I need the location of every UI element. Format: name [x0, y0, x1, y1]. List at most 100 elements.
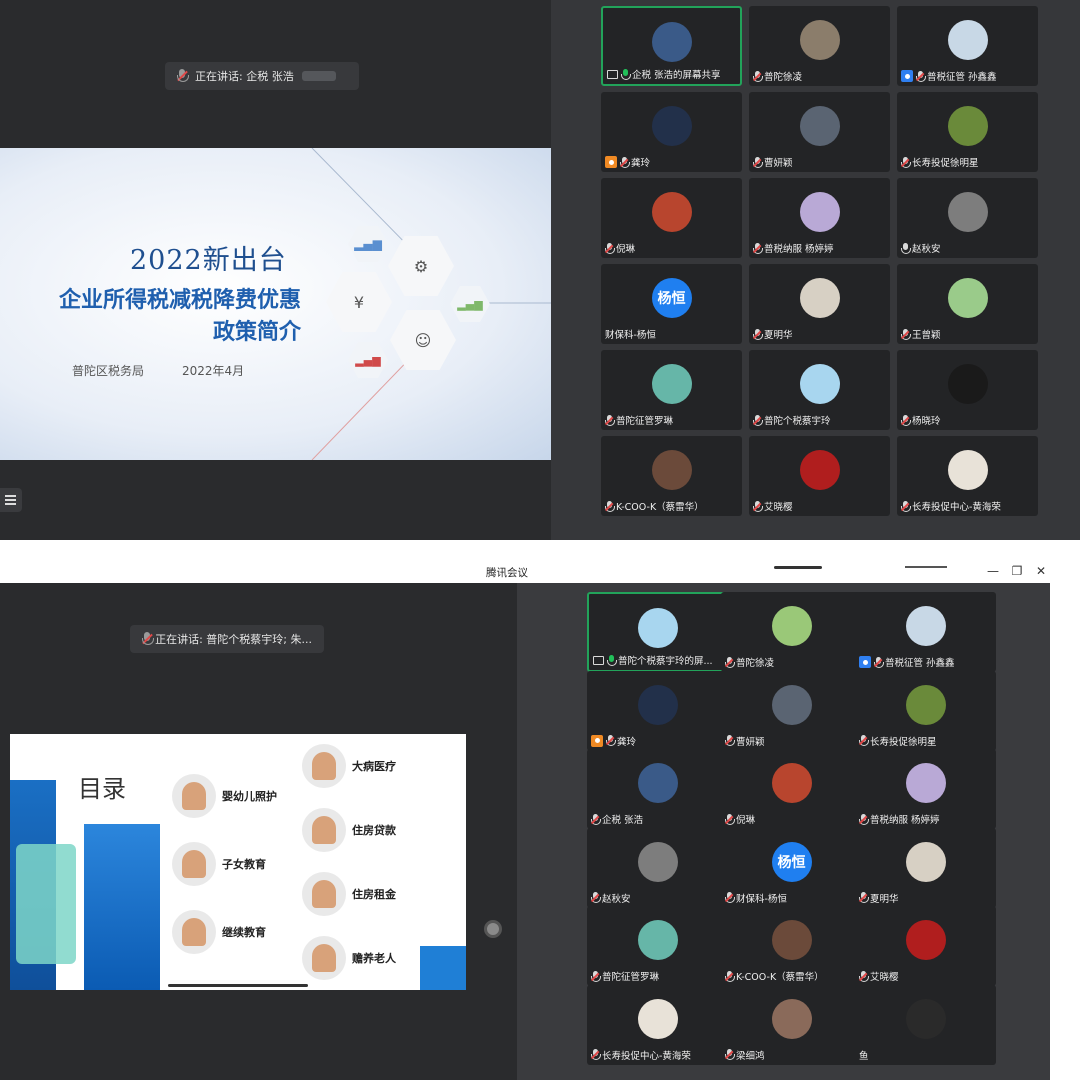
participant-tile[interactable]: 普陀徐凌 — [749, 6, 890, 86]
screen-share-icon — [593, 655, 604, 665]
avatar — [905, 841, 946, 882]
participant-tile[interactable]: 普陀徐凌 — [721, 592, 862, 672]
participant-tile[interactable]: 长寿投促徐明星 — [855, 670, 996, 751]
participant-name: 赵秋安 — [602, 893, 631, 905]
participant-tile[interactable]: 鱼 — [855, 984, 996, 1065]
microphone-muted-icon — [859, 892, 869, 903]
participant-tile[interactable]: 龚玲 — [601, 92, 742, 172]
user-role-icon — [901, 70, 913, 82]
participant-tile[interactable]: 艾晓樱 — [855, 906, 996, 986]
participant-tile[interactable]: 长寿投促徐明星 — [897, 92, 1038, 172]
participant-tile[interactable]: 梁细鸿 — [721, 984, 862, 1065]
user-role-icon — [605, 156, 617, 168]
participant-name: 龚玲 — [631, 158, 651, 169]
microphone-on-icon — [621, 68, 631, 80]
close-icon[interactable]: ✕ — [1034, 564, 1048, 578]
participant-tile[interactable]: 长寿投促中心-黄海荣 — [897, 436, 1038, 516]
participant-tile[interactable]: 普陀征管罗琳 — [601, 350, 742, 430]
participant-label: 普陀徐凌 — [725, 655, 858, 669]
participant-tile[interactable]: 王曾颖 — [897, 264, 1038, 344]
participant-tile[interactable]: 曹妍颖 — [749, 92, 890, 172]
avatar: 杨恒 — [651, 278, 692, 318]
participant-label: 财保科-杨恒 — [605, 327, 738, 341]
participant-tile[interactable]: 夏明华 — [855, 827, 996, 908]
participant-tile[interactable]: 企税 张浩 — [587, 749, 728, 829]
participant-tile[interactable]: 倪琳 — [601, 178, 742, 258]
blurred-strip — [774, 566, 822, 569]
participant-tile[interactable]: 普税纳服 杨婷婷 — [855, 749, 996, 829]
participant-label: 龚玲 — [605, 155, 738, 169]
participant-name: 企税 张浩 — [602, 815, 644, 826]
participant-tile[interactable]: 倪琳 — [721, 749, 862, 829]
minimize-icon[interactable]: — — [986, 564, 1000, 578]
participant-name: 普陀个税蔡宇玲 — [764, 416, 831, 427]
avatar — [637, 684, 678, 725]
avatar — [651, 450, 692, 490]
participant-name: 倪琳 — [736, 815, 756, 826]
microphone-muted-icon — [591, 970, 601, 982]
participant-tile[interactable]: 杨晓玲 — [897, 350, 1038, 430]
participant-name: 夏明华 — [764, 330, 793, 341]
participant-label: 普税征管 孙鑫鑫 — [859, 655, 992, 669]
participant-tile[interactable]: 普陀个税蔡宇玲 — [749, 350, 890, 430]
participant-tile[interactable]: 赵秋安 — [897, 178, 1038, 258]
microphone-muted-icon — [619, 156, 630, 168]
participant-name: 长寿投促徐明星 — [912, 158, 979, 169]
participant-name: 杨晓玲 — [912, 416, 941, 427]
avatar — [771, 606, 812, 646]
participant-label: 长寿投促徐明星 — [859, 734, 992, 748]
menu-list-button[interactable] — [0, 488, 22, 512]
participant-tile[interactable]: K-COO-K（蔡雷华） — [721, 906, 862, 986]
avatar — [771, 684, 812, 725]
microphone-muted-icon — [605, 735, 616, 746]
participant-tile[interactable]: 普税纳服 杨婷婷 — [749, 178, 890, 258]
participant-tile[interactable]: 杨恒财保科-杨恒 — [601, 264, 742, 344]
participant-label: 普税征管 孙鑫鑫 — [901, 69, 1034, 83]
participant-label: 财保科-杨恒 — [725, 891, 858, 905]
participant-name: 艾晓樱 — [764, 502, 793, 513]
participant-name: 企税 张浩的屏幕共享 — [632, 70, 721, 81]
participant-label: K-COO-K（蔡雷华） — [725, 969, 858, 983]
avatar — [637, 920, 678, 960]
microphone-muted-icon — [873, 656, 884, 668]
participant-name: 普陀个税蔡宇玲的屏... — [618, 656, 713, 667]
participant-tile[interactable]: 普陀个税蔡宇玲的屏... — [587, 592, 728, 672]
slide-scroll-bar[interactable] — [168, 984, 308, 987]
participant-tile[interactable]: 杨恒 财保科-杨恒 — [721, 827, 862, 908]
microphone-muted-icon — [605, 242, 615, 254]
microphone-on-icon — [607, 654, 617, 666]
participant-tile[interactable]: 龚玲 — [587, 670, 728, 751]
participant-name: 曹妍颖 — [764, 158, 793, 169]
participant-tile[interactable]: 普陀征管罗琳 — [587, 906, 728, 986]
microphone-muted-icon — [725, 892, 735, 903]
participant-label: 普陀个税蔡宇玲的屏... — [593, 653, 722, 667]
participant-name: 长寿投促徐明星 — [870, 736, 937, 748]
participant-tile[interactable]: 普税征管 孙鑫鑫 — [897, 6, 1038, 86]
participant-label: 龚玲 — [591, 734, 724, 748]
infant-care-icon — [172, 774, 216, 818]
toc-item-housing-rent: 住房租金 — [302, 872, 396, 916]
microphone-muted-icon — [753, 414, 763, 426]
microphone-muted-icon — [591, 1049, 601, 1060]
participant-tile[interactable]: 曹妍颖 — [721, 670, 862, 751]
participant-tile[interactable]: 长寿投促中心-黄海荣 — [587, 984, 728, 1065]
housing-loan-icon — [302, 808, 346, 852]
participant-label: 夏明华 — [859, 891, 992, 905]
participant-tile[interactable]: 普税征管 孙鑫鑫 — [855, 592, 996, 672]
participant-name: 长寿投促中心-黄海荣 — [602, 1050, 691, 1062]
speaking-text: 正在讲话: 普陀个税蔡宇玲; 朱... — [155, 633, 312, 646]
avatar — [771, 763, 812, 803]
participant-tile[interactable]: 艾晓樱 — [749, 436, 890, 516]
participant-tile[interactable]: K-COO-K（蔡雷华） — [601, 436, 742, 516]
microphone-muted-icon — [605, 500, 615, 512]
participant-tile[interactable]: 赵秋安 — [587, 827, 728, 908]
microphone-icon — [142, 632, 155, 646]
participant-label: 长寿投促徐明星 — [901, 155, 1034, 169]
microphone-muted-icon — [591, 892, 601, 903]
avatar — [947, 106, 988, 146]
microphone-muted-icon — [753, 328, 763, 340]
meeting-screenshot-top: 正在讲话: 企税 张浩 2022新出台 企业所得税减税降费优惠 政策简介 普陀区… — [0, 0, 1080, 540]
restore-icon[interactable]: ❐ — [1010, 564, 1024, 578]
participant-tile[interactable]: 夏明华 — [749, 264, 890, 344]
participant-tile[interactable]: 企税 张浩的屏幕共享 — [601, 6, 742, 86]
